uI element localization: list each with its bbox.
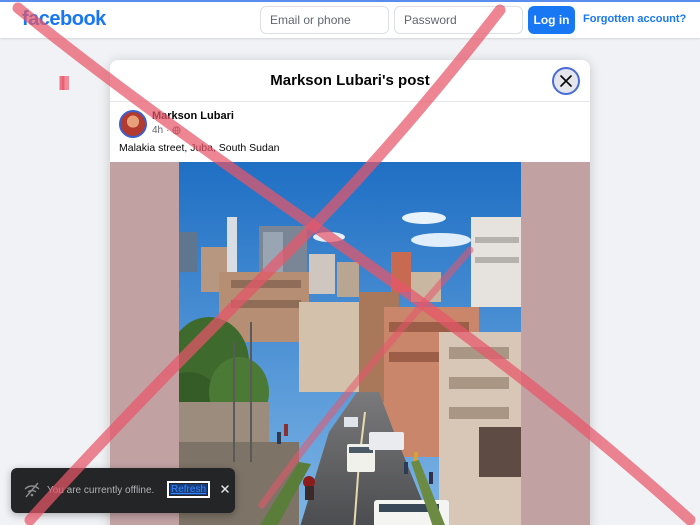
dialog-title: Markson Lubari's post: [270, 72, 430, 89]
background-marker: [62, 76, 69, 90]
post-header: Markson Lubari 4h ·: [110, 102, 590, 142]
post-time[interactable]: 4h: [152, 125, 163, 136]
forgot-account-link[interactable]: Forgotten account?: [583, 13, 686, 25]
refresh-link[interactable]: Refresh: [166, 481, 211, 498]
password-input[interactable]: [394, 6, 523, 34]
author-avatar[interactable]: [119, 110, 147, 138]
offline-toast: You are currently offline. Refresh: [11, 468, 235, 513]
post-dialog: Markson Lubari's post Markson Lubari 4h …: [110, 60, 590, 525]
author-name[interactable]: Markson Lubari: [152, 110, 234, 122]
offline-message: You are currently offline.: [47, 485, 155, 496]
globe-icon[interactable]: [172, 126, 182, 135]
top-navigation-bar: facebook Log in Forgotten account?: [0, 0, 700, 38]
post-caption: Malakia street, Juba, South Sudan: [119, 142, 280, 154]
wifi-off-icon: [24, 482, 40, 498]
facebook-logo[interactable]: facebook: [22, 8, 106, 31]
dialog-header: Markson Lubari's post: [110, 60, 590, 102]
close-icon: [560, 75, 572, 87]
post-meta: 4h ·: [152, 125, 182, 136]
email-input[interactable]: [260, 6, 389, 34]
close-dialog-button[interactable]: [552, 67, 580, 95]
dismiss-icon[interactable]: [218, 482, 232, 496]
login-button[interactable]: Log in: [528, 6, 575, 34]
meta-separator: ·: [166, 125, 170, 136]
